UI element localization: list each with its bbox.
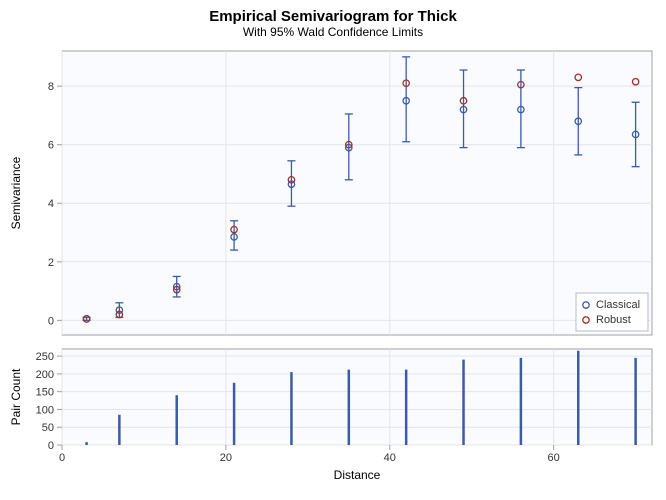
legend-classical-label: Classical [596, 299, 640, 311]
y-tick-label-bottom: 100 [36, 404, 54, 416]
y-tick-label-bottom: 200 [36, 369, 54, 381]
chart-container: 0 2 4 6 8 Semivariance Classical Robust 0 50 100 15… [0, 45, 666, 500]
x-tick-label: 20 [220, 452, 232, 464]
y-axis-label-top: Semivariance [9, 156, 23, 229]
y-tick-label: 2 [48, 257, 54, 269]
y-tick-label: 8 [48, 81, 54, 93]
semivariance-panel [62, 51, 652, 335]
x-tick-label: 0 [59, 452, 65, 464]
pair-count-panel [62, 349, 652, 445]
page-title: Empirical Semivariogram for Thick [0, 0, 666, 25]
y-tick-label: 6 [48, 140, 54, 152]
y-tick-label-bottom: 50 [42, 422, 54, 434]
y-axis-label-bottom: Pair Count [9, 368, 23, 425]
y-tick-label: 4 [48, 198, 54, 210]
legend-robust-label: Robust [596, 314, 631, 326]
y-tick-label-bottom: 150 [36, 387, 54, 399]
page-subtitle: With 95% Wald Confidence Limits [0, 25, 666, 45]
y-tick-label: 0 [48, 315, 54, 327]
x-tick-label: 60 [548, 452, 560, 464]
x-axis-label: Distance [334, 468, 381, 482]
chart-svg: 0 2 4 6 8 Semivariance Classical Robust 0 50 100 15… [0, 45, 666, 500]
y-tick-label-bottom: 0 [48, 440, 54, 452]
y-tick-label-bottom: 250 [36, 351, 54, 363]
x-tick-label: 40 [384, 452, 396, 464]
